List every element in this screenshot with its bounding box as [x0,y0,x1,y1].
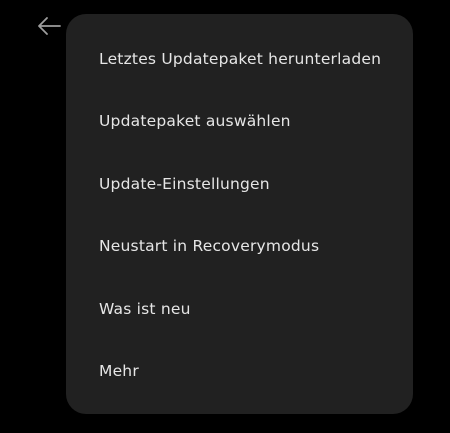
menu-item-label: Was ist neu [99,300,191,318]
menu-item-download-latest-update[interactable]: Letztes Updatepaket herunterladen [66,35,413,83]
menu-item-reboot-recovery[interactable]: Neustart in Recoverymodus [66,222,413,270]
menu-item-update-settings[interactable]: Update-Einstellungen [66,160,413,208]
arrow-left-icon [36,16,62,36]
menu-item-whats-new[interactable]: Was ist neu [66,285,413,333]
overflow-menu: Letztes Updatepaket herunterladen Update… [66,14,413,414]
menu-item-more[interactable]: Mehr [66,347,413,395]
menu-item-select-update-package[interactable]: Updatepaket auswählen [66,97,413,145]
menu-item-label: Neustart in Recoverymodus [99,237,320,255]
menu-item-label: Mehr [99,362,139,380]
menu-item-label: Letztes Updatepaket herunterladen [99,50,382,68]
menu-item-label: Updatepaket auswählen [99,112,291,130]
back-button[interactable] [34,12,64,40]
menu-item-label: Update-Einstellungen [99,175,270,193]
